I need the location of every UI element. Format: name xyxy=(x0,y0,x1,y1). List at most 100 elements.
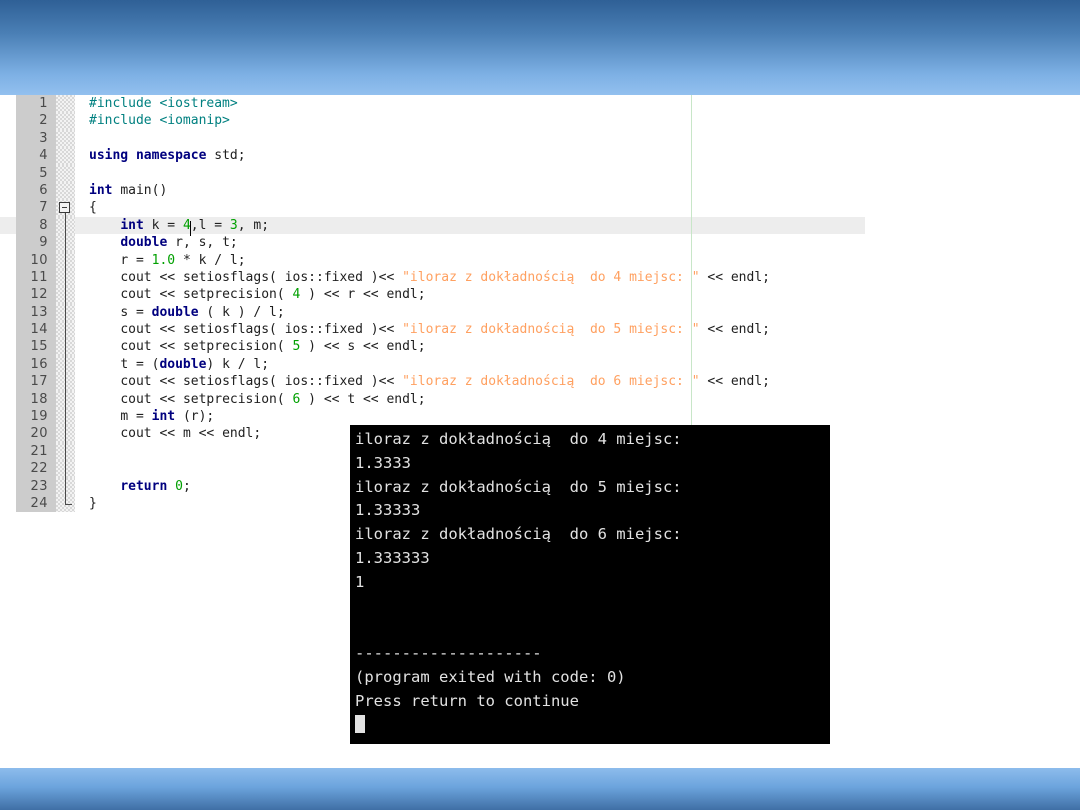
code-text[interactable]: using namespace std; xyxy=(75,147,865,164)
code-line[interactable]: 14 cout << setiosflags( ios::fixed )<< "… xyxy=(0,321,865,339)
fold-margin[interactable] xyxy=(56,494,75,513)
line-number: 13 xyxy=(16,303,56,322)
code-line[interactable]: 3 xyxy=(0,129,865,148)
program-output-console[interactable]: iloraz z dokładnością do 4 miejsc: 1.3333… xyxy=(350,425,830,744)
fold-margin[interactable] xyxy=(56,199,75,217)
code-text[interactable]: cout << setprecision( 4 ) << r << endl; xyxy=(75,286,865,303)
code-line[interactable]: 9 double r, s, t; xyxy=(0,234,865,252)
fold-margin[interactable] xyxy=(56,216,75,235)
console-line: (program exited with code: 0) xyxy=(355,667,626,686)
code-line[interactable]: 15 cout << setprecision( 5 ) << s << end… xyxy=(0,338,865,356)
fold-margin[interactable] xyxy=(56,338,75,356)
fold-margin[interactable] xyxy=(56,460,75,478)
line-number: 4 xyxy=(16,147,56,165)
fold-guide-line xyxy=(65,390,66,409)
line-number: 18 xyxy=(16,390,56,409)
fold-margin[interactable] xyxy=(56,303,75,322)
code-line[interactable]: 7{ xyxy=(0,199,865,217)
fold-margin[interactable] xyxy=(56,234,75,252)
console-line: 1.33333 xyxy=(355,501,421,520)
code-text[interactable] xyxy=(75,130,865,147)
code-text[interactable]: cout << setprecision( 5 ) << s << endl; xyxy=(75,338,865,355)
code-line[interactable]: 11 cout << setiosflags( ios::fixed )<< "… xyxy=(0,268,865,287)
fold-margin[interactable] xyxy=(56,425,75,443)
code-line[interactable]: 17 cout << setiosflags( ios::fixed )<< "… xyxy=(0,373,865,391)
code-line[interactable]: 5 xyxy=(0,164,865,182)
console-line: iloraz z dokładnością do 4 miejsc: xyxy=(355,430,682,448)
code-text[interactable]: int k = 4,l = 3, m; xyxy=(75,217,865,234)
fold-margin[interactable] xyxy=(56,390,75,409)
code-line[interactable]: 1 #include <iostream> xyxy=(0,95,865,113)
code-line[interactable]: 16 t = (double) k / l; xyxy=(0,355,865,374)
code-text[interactable] xyxy=(75,165,865,182)
fold-margin[interactable] xyxy=(56,286,75,304)
line-number: 12 xyxy=(16,286,56,304)
console-line: 1 xyxy=(355,572,365,591)
code-line[interactable]: 4 using namespace std; xyxy=(0,147,865,165)
fold-margin[interactable] xyxy=(56,408,75,426)
fold-guide-line xyxy=(65,268,66,287)
line-number: 16 xyxy=(16,355,56,374)
fold-margin[interactable] xyxy=(56,268,75,287)
fold-guide-line xyxy=(65,303,66,322)
fold-guide-line xyxy=(65,425,66,443)
fold-margin[interactable] xyxy=(56,321,75,339)
code-line[interactable]: 12 cout << setprecision( 4 ) << r << end… xyxy=(0,286,865,304)
code-line[interactable]: 10 r = 1.0 * k / l; xyxy=(0,251,865,269)
fold-margin[interactable] xyxy=(56,164,75,182)
line-number: 7 xyxy=(16,199,56,217)
fold-margin[interactable] xyxy=(56,477,75,495)
code-text[interactable]: #include <iostream> xyxy=(75,95,865,112)
code-text[interactable]: cout << setiosflags( ios::fixed )<< "ilo… xyxy=(75,269,865,286)
code-text[interactable]: t = (double) k / l; xyxy=(75,356,865,373)
code-text[interactable]: cout << setprecision( 6 ) << t << endl; xyxy=(75,391,865,408)
code-line[interactable]: 6 int main() xyxy=(0,181,865,200)
console-line: -------------------- xyxy=(355,644,542,663)
fold-collapse-icon[interactable] xyxy=(59,202,70,214)
code-text[interactable]: m = int (r); xyxy=(75,408,865,425)
code-text[interactable]: cout << setiosflags( ios::fixed )<< "ilo… xyxy=(75,373,865,390)
fold-margin[interactable] xyxy=(56,373,75,391)
fold-margin[interactable] xyxy=(56,95,75,113)
line-number: 2 xyxy=(16,112,56,130)
fold-margin[interactable] xyxy=(56,181,75,200)
column-guide-line xyxy=(691,95,692,433)
code-line[interactable]: 18 cout << setprecision( 6 ) << t << end… xyxy=(0,390,865,409)
line-number: 1 xyxy=(16,95,56,113)
line-number: 8 xyxy=(16,216,56,235)
line-number: 15 xyxy=(16,338,56,356)
console-line: iloraz z dokładnością do 6 miejsc: xyxy=(355,525,682,544)
line-number: 11 xyxy=(16,268,56,287)
fold-guide-line xyxy=(65,460,66,478)
fold-margin[interactable] xyxy=(56,355,75,374)
code-text[interactable]: double r, s, t; xyxy=(75,234,865,251)
line-number: 21 xyxy=(16,442,56,461)
slide-header-band xyxy=(0,0,1080,95)
fold-margin[interactable] xyxy=(56,442,75,461)
fold-guide-line xyxy=(65,338,66,356)
fold-margin[interactable] xyxy=(56,147,75,165)
code-text[interactable]: cout << setiosflags( ios::fixed )<< "ilo… xyxy=(75,321,865,338)
code-line[interactable]: 8 int k = 4,l = 3, m; xyxy=(0,216,865,235)
fold-margin[interactable] xyxy=(56,129,75,148)
text-caret xyxy=(190,221,191,236)
line-number: 20 xyxy=(16,425,56,443)
console-line: iloraz z dokładnością do 5 miejsc: xyxy=(355,477,682,496)
line-number: 23 xyxy=(16,477,56,495)
code-line[interactable]: 2 #include <iomanip> xyxy=(0,112,865,130)
code-line[interactable]: 13 s = double ( k ) / l; xyxy=(0,303,865,322)
code-text[interactable]: int main() xyxy=(75,182,865,199)
code-line[interactable]: 19 m = int (r); xyxy=(0,408,865,426)
line-number: 9 xyxy=(16,234,56,252)
fold-guide-line xyxy=(65,251,66,269)
fold-margin[interactable] xyxy=(56,112,75,130)
code-text[interactable]: s = double ( k ) / l; xyxy=(75,304,865,321)
code-text[interactable]: { xyxy=(75,199,865,216)
code-text[interactable]: #include <iomanip> xyxy=(75,112,865,129)
console-line: 1.333333 xyxy=(355,548,430,567)
code-text[interactable]: r = 1.0 * k / l; xyxy=(75,252,865,269)
fold-guide-line xyxy=(65,408,66,426)
fold-margin[interactable] xyxy=(56,251,75,269)
